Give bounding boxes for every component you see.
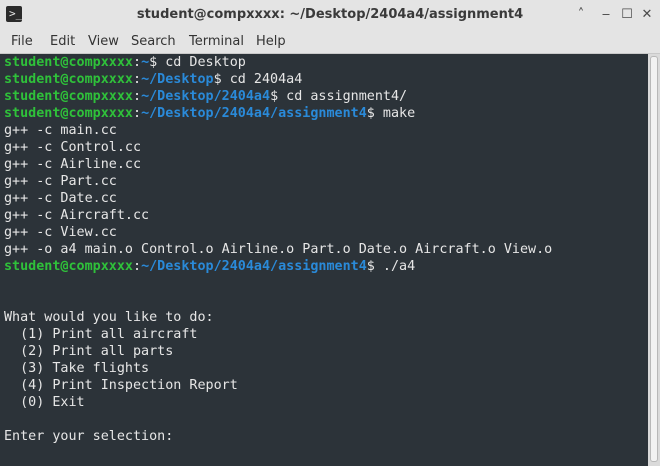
menu-bar: File Edit View Search Terminal Help [0, 30, 660, 54]
output-line: g++ -c Control.cc [4, 140, 142, 155]
menu-option: (4) Print Inspection Report [4, 378, 238, 393]
prompt-line: student@compxxxx:~/Desktop$ cd 2404a4 [4, 72, 303, 87]
menu-option: (2) Print all parts [4, 344, 174, 359]
selection-prompt: Enter your selection: [4, 429, 174, 444]
output-line: g++ -c View.cc [4, 225, 117, 240]
output-line: g++ -c main.cc [4, 123, 117, 138]
prompt-line: student@compxxxx:~/Desktop/2404a4/assign… [4, 106, 416, 121]
menu-option: (3) Take flights [4, 361, 150, 376]
output-line: g++ -c Aircraft.cc [4, 208, 150, 223]
minimize-button[interactable]: ‒ [598, 7, 614, 23]
menu-help[interactable]: Help [256, 33, 286, 50]
maximize-button[interactable]: ☐ [619, 7, 635, 23]
close-button[interactable]: ✕ [639, 7, 655, 23]
menu-view[interactable]: View [88, 33, 119, 50]
menu-option: (0) Exit [4, 395, 85, 410]
menu-option: (1) Print all aircraft [4, 327, 198, 342]
output-line: g++ -o a4 main.o Control.o Airline.o Par… [4, 242, 553, 257]
prompt-line: student@compxxxx:~/Desktop/2404a4$ cd as… [4, 89, 408, 104]
window-title: student@compxxxx: ~/Desktop/2404a4/assig… [136, 7, 524, 22]
terminal-output[interactable]: student@compxxxx:~$ cd Desktop student@c… [0, 54, 648, 466]
output-line: g++ -c Airline.cc [4, 157, 142, 172]
menu-search[interactable]: Search [131, 33, 176, 50]
prompt-line: student@compxxxx:~$ cd Desktop [4, 55, 246, 70]
menu-file[interactable]: File [11, 33, 33, 50]
menu-edit[interactable]: Edit [50, 33, 75, 50]
menu-heading: What would you like to do: [4, 310, 214, 325]
output-line: g++ -c Date.cc [4, 191, 117, 206]
terminal-window: >_ student@compxxxx: ~/Desktop/2404a4/as… [0, 0, 660, 466]
output-line: g++ -c Part.cc [4, 174, 117, 189]
chevron-up-icon[interactable]: ˄ [573, 7, 589, 23]
scrollbar-thumb[interactable] [650, 56, 658, 462]
menu-terminal[interactable]: Terminal [189, 33, 244, 50]
prompt-line: student@compxxxx:~/Desktop/2404a4/assign… [4, 259, 416, 274]
title-bar[interactable]: >_ student@compxxxx: ~/Desktop/2404a4/as… [0, 0, 660, 30]
